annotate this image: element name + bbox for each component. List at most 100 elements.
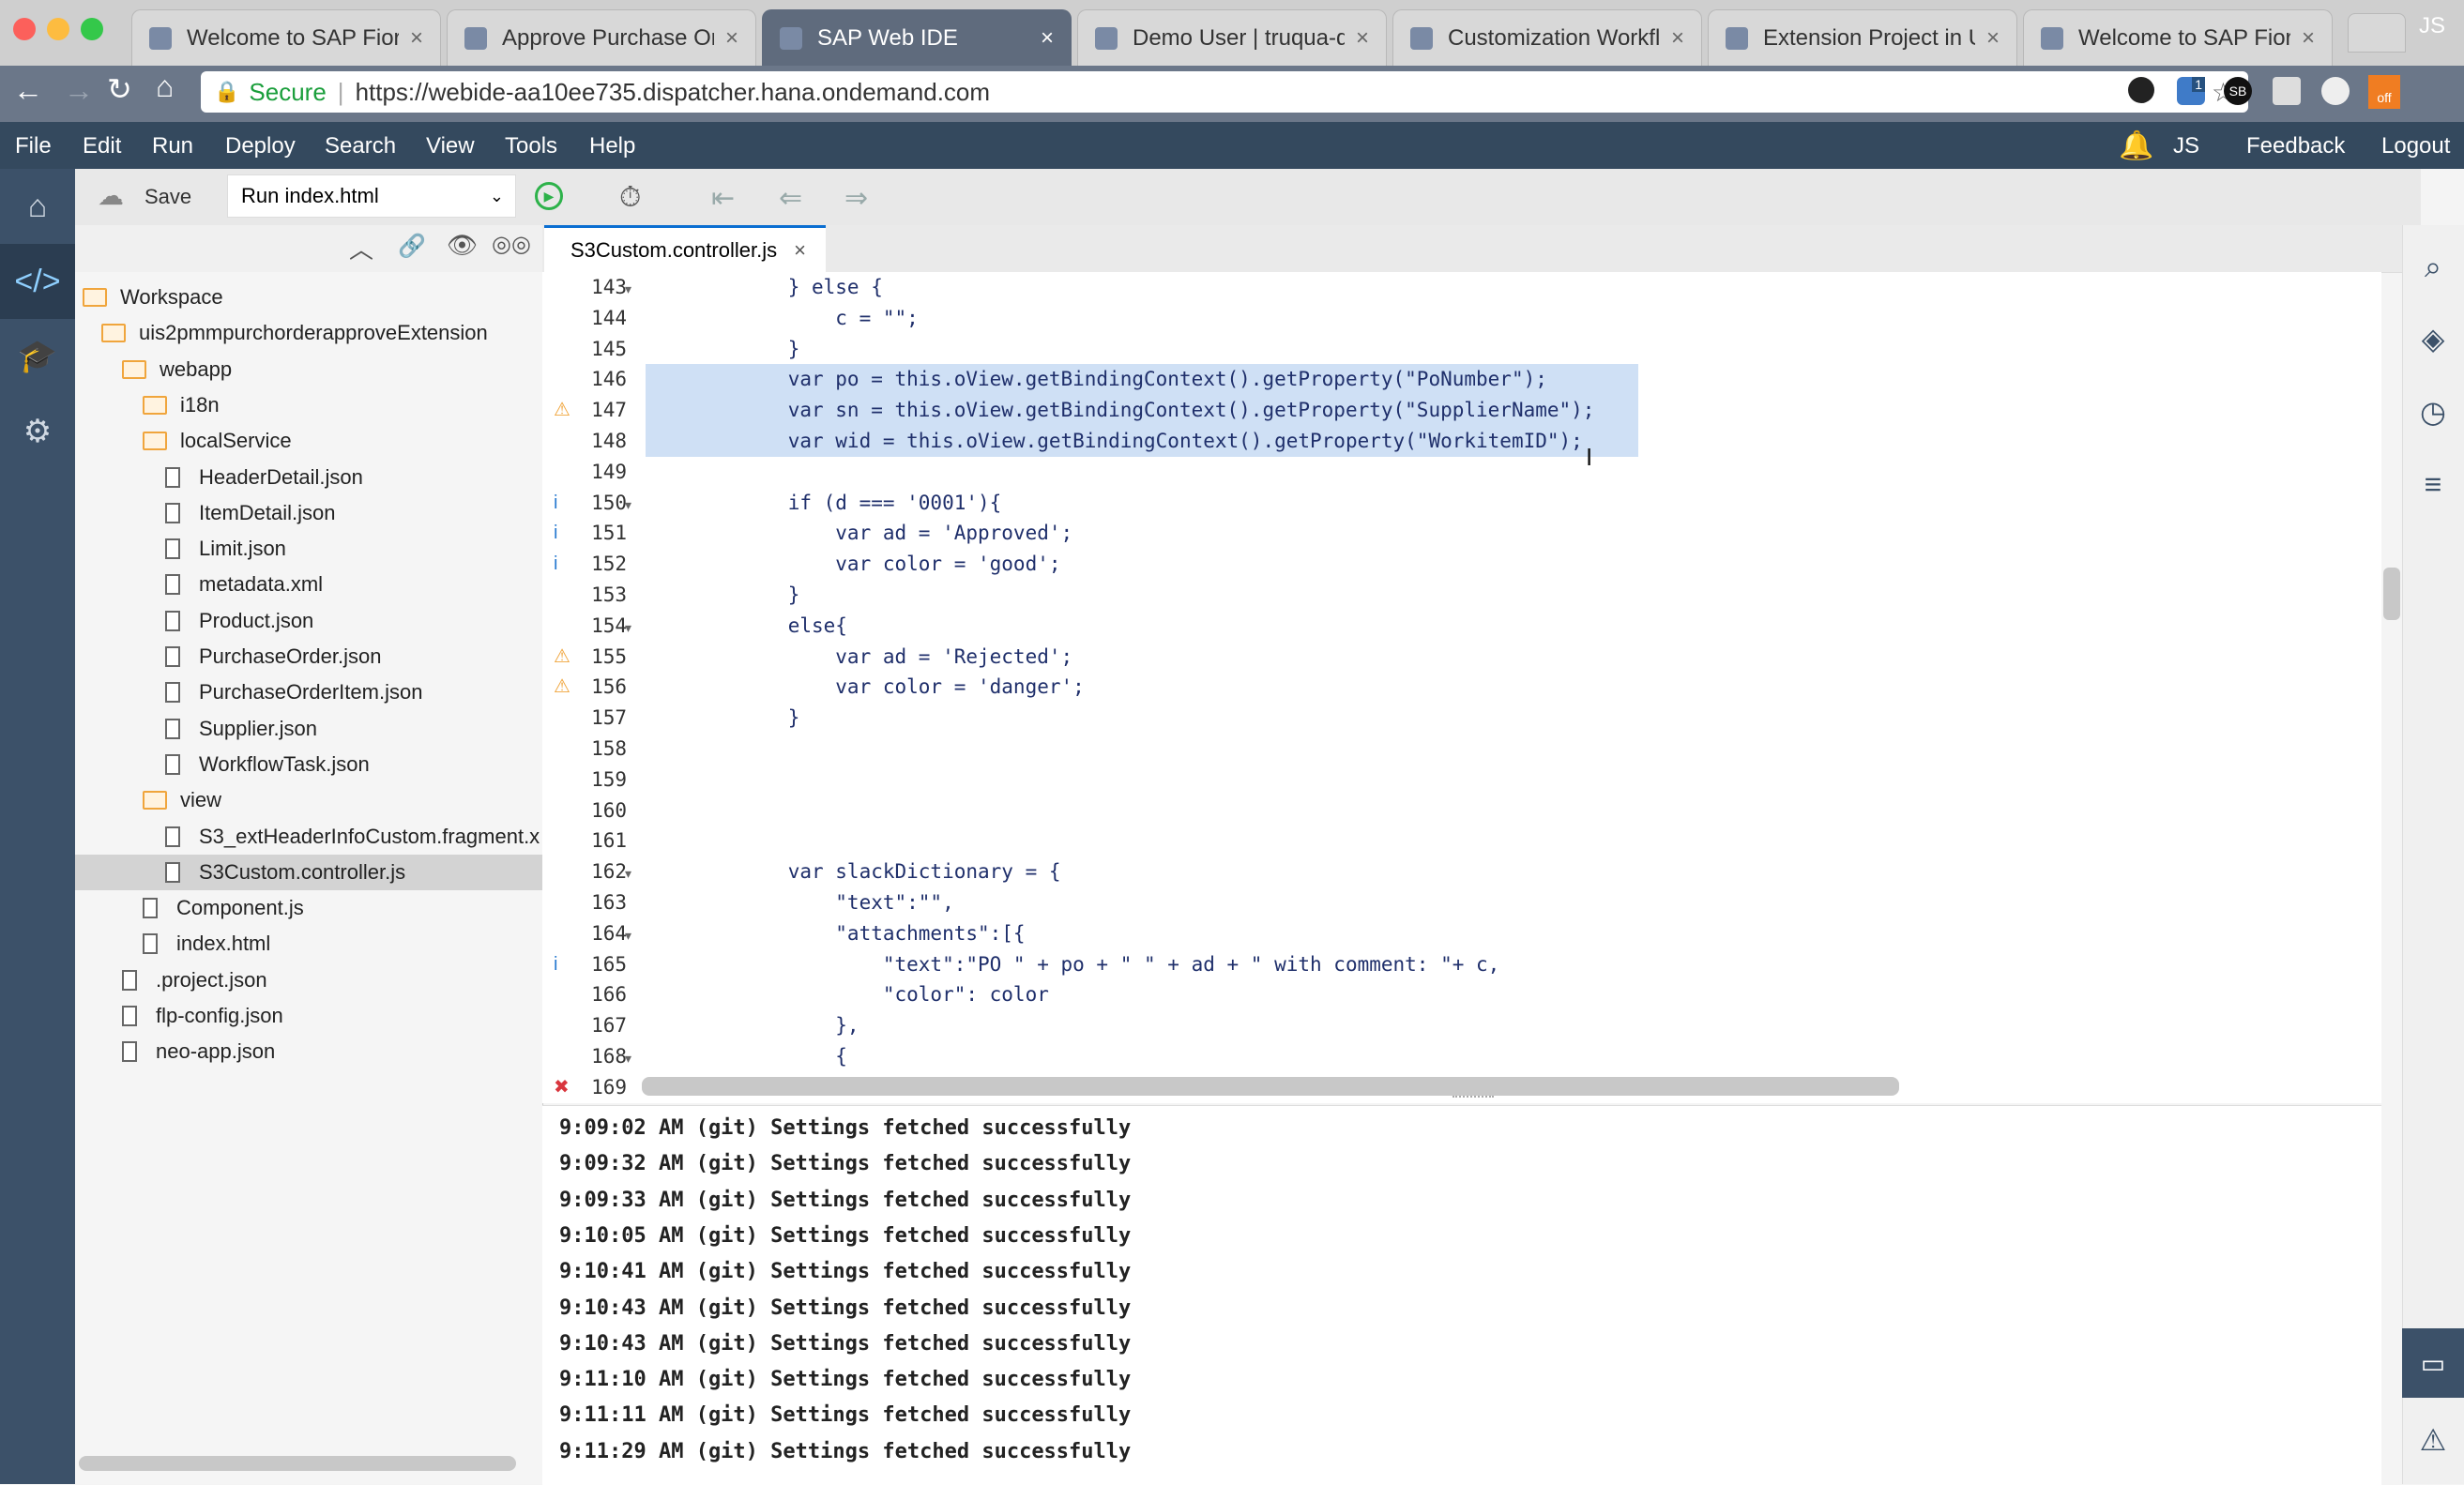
close-window-button[interactable]	[13, 18, 36, 40]
fold-toggle-icon[interactable]: ▾	[625, 920, 631, 951]
code-line[interactable]: }	[646, 580, 800, 611]
explorer-horizontal-scrollbar[interactable]	[79, 1456, 516, 1471]
address-bar[interactable]: 🔒 Secure | https://webide-aa10ee735.disp…	[201, 71, 2248, 113]
home-icon[interactable]: ⌂	[156, 69, 174, 104]
outline-list-icon[interactable]: ≡	[2402, 467, 2464, 502]
tree-file[interactable]: S3_extHeaderInfoCustom.fragment.x	[75, 819, 542, 855]
close-tab-icon[interactable]: ×	[2302, 25, 2315, 52]
tree-file[interactable]: PurchaseOrder.json	[75, 639, 542, 674]
code-line[interactable]: c = "";	[646, 303, 919, 334]
close-tab-icon[interactable]: ×	[1671, 25, 1684, 52]
tab-s3custom-controller[interactable]: S3Custom.controller.js ×	[544, 225, 826, 272]
console-toggle-icon[interactable]: ▭	[2402, 1328, 2464, 1398]
close-tab-icon[interactable]: ×	[410, 25, 423, 52]
code-line[interactable]: var color = 'danger';	[646, 672, 1085, 703]
back-icon[interactable]: ←	[13, 73, 43, 108]
run-timer-icon[interactable]: ⏱	[619, 182, 641, 214]
extension-icon-wrench[interactable]	[2273, 77, 2301, 105]
code-line[interactable]: var sn = this.oView.getBindingContext().…	[646, 395, 1595, 426]
tree-folder[interactable]: uis2pmmpurchorderapproveExtension	[75, 315, 542, 351]
tree-file[interactable]: Limit.json	[75, 531, 542, 567]
editor-horizontal-scrollbar[interactable]	[642, 1077, 1899, 1096]
tree-file[interactable]: WorkflowTask.json	[75, 747, 542, 782]
close-tab-icon[interactable]: ×	[1041, 25, 1054, 52]
code-line[interactable]: var color = 'good';	[646, 549, 1060, 580]
code-line[interactable]: } else {	[646, 272, 883, 303]
notifications-bell-icon[interactable]: 🔔	[2119, 129, 2153, 162]
code-line[interactable]: var ad = 'Rejected';	[646, 642, 1072, 673]
fold-toggle-icon[interactable]: ▾	[625, 490, 631, 521]
code-line[interactable]: if (d === '0001'){	[646, 488, 1002, 519]
run-configuration-select[interactable]: Run index.html ⌄	[227, 174, 516, 218]
menu-tools[interactable]: Tools	[505, 133, 557, 159]
code-line[interactable]: },	[646, 1010, 859, 1041]
code-line[interactable]: "attachments":[{	[646, 918, 1025, 949]
close-tab-icon[interactable]: ×	[1356, 25, 1369, 52]
navigate-first-icon[interactable]: ⇤	[711, 182, 735, 215]
code-line[interactable]: else{	[646, 611, 847, 642]
menu-run[interactable]: Run	[152, 133, 193, 159]
navigate-back-icon[interactable]: ⇐	[779, 182, 802, 215]
code-line[interactable]: "text":"PO " + po + " " + ad + " with co…	[646, 949, 1499, 980]
code-line[interactable]: }	[646, 703, 800, 734]
run-play-icon[interactable]: ▶	[535, 182, 563, 210]
browser-tab[interactable]: SAP Web IDE ×	[762, 9, 1072, 66]
glasses-icon[interactable]: ◎◎	[492, 231, 531, 258]
learning-nav-icon[interactable]: 🎓	[0, 319, 75, 394]
tree-folder[interactable]: i18n	[75, 387, 542, 423]
menu-help[interactable]: Help	[589, 133, 635, 159]
code-line[interactable]: var wid = this.oView.getBindingContext()…	[646, 426, 1583, 457]
tree-folder[interactable]: view	[75, 782, 542, 818]
logout-link[interactable]: Logout	[2381, 133, 2450, 159]
browser-tab[interactable]: Customization Workflo ×	[1392, 9, 1702, 66]
search-icon[interactable]: ⌕	[2402, 250, 2464, 285]
collapse-all-icon[interactable]: ︿	[349, 231, 373, 265]
new-tab-button[interactable]	[2348, 13, 2406, 53]
code-line[interactable]: "text":"",	[646, 887, 953, 918]
editor-vertical-scrollbar[interactable]	[2383, 568, 2400, 620]
tree-file[interactable]: .project.json	[75, 962, 542, 998]
tree-folder[interactable]: localService	[75, 423, 542, 459]
browser-tab[interactable]: Extension Project in U ×	[1708, 9, 2017, 66]
tree-file[interactable]: Component.js	[75, 890, 542, 926]
code-line[interactable]: }	[646, 334, 800, 365]
save-button[interactable]: Save	[144, 185, 191, 209]
minimize-window-button[interactable]	[47, 18, 69, 40]
settings-gear-icon[interactable]: ⚙	[0, 394, 75, 469]
show-hidden-eye-icon[interactable]: 👁	[447, 231, 478, 260]
tree-file[interactable]: flp-config.json	[75, 998, 542, 1034]
link-editor-icon[interactable]: 🔗	[398, 233, 426, 260]
feedback-link[interactable]: Feedback	[2246, 133, 2345, 159]
browser-tab[interactable]: Welcome to SAP Fiori C ×	[2023, 9, 2333, 66]
tree-file[interactable]: S3Custom.controller.js	[75, 854, 542, 890]
extension-icon-1[interactable]	[2128, 77, 2154, 103]
reload-icon[interactable]: ↻	[107, 71, 132, 107]
close-tab-icon[interactable]: ×	[794, 238, 806, 263]
tree-file[interactable]: metadata.xml	[75, 567, 542, 602]
browser-tab[interactable]: Demo User | truqua-de ×	[1077, 9, 1387, 66]
fold-toggle-icon[interactable]: ▾	[625, 613, 631, 644]
extension-icon-ghost[interactable]: 1	[2177, 77, 2205, 105]
extension-icon-circle[interactable]	[2321, 77, 2350, 105]
forward-icon[interactable]: →	[64, 73, 94, 108]
tree-file[interactable]: neo-app.json	[75, 1034, 542, 1069]
menu-edit[interactable]: Edit	[83, 133, 121, 159]
browser-tab[interactable]: Welcome to SAP Fiori C ×	[131, 9, 441, 66]
tree-file[interactable]: PurchaseOrderItem.json	[75, 674, 542, 710]
tree-file[interactable]: Product.json	[75, 603, 542, 639]
tree-folder[interactable]: Workspace	[75, 280, 542, 315]
git-icon[interactable]: ◈	[2402, 321, 2464, 356]
code-line[interactable]: {	[646, 1041, 847, 1072]
zoom-window-button[interactable]	[81, 18, 103, 40]
menu-search[interactable]: Search	[325, 133, 396, 159]
close-tab-icon[interactable]: ×	[1986, 25, 2000, 52]
tree-folder[interactable]: webapp	[75, 352, 542, 387]
tree-file[interactable]: HeaderDetail.json	[75, 460, 542, 495]
profile-button[interactable]: JS	[2419, 13, 2445, 39]
fold-toggle-icon[interactable]: ▾	[625, 274, 631, 305]
panel-resize-handle[interactable]	[1453, 1096, 1494, 1103]
tree-file[interactable]: index.html	[75, 926, 542, 962]
menu-file[interactable]: File	[15, 133, 52, 159]
url-text[interactable]: https://webide-aa10ee735.dispatcher.hana…	[356, 78, 990, 107]
fold-toggle-icon[interactable]: ▾	[625, 1043, 631, 1074]
